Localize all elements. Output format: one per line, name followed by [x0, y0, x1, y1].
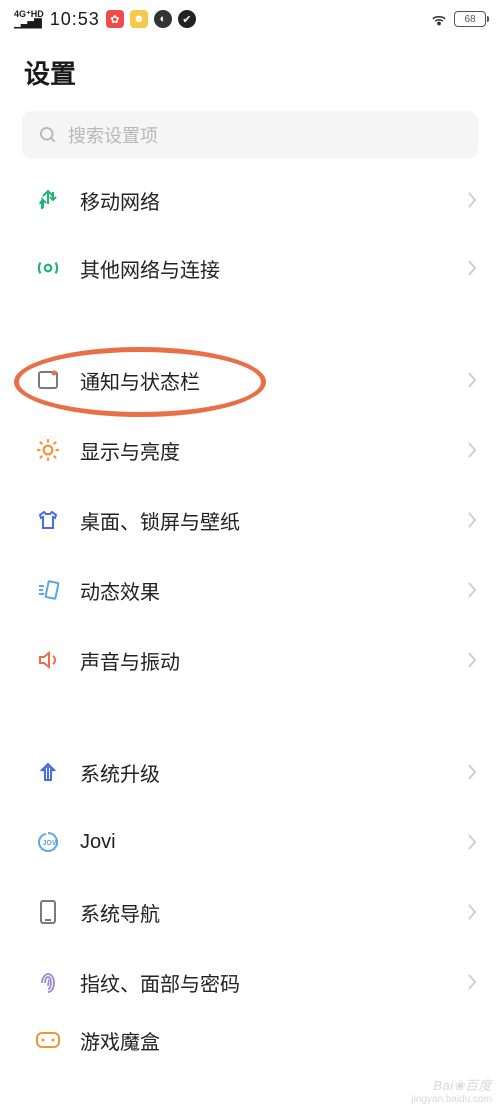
mobile-network-icon: [34, 186, 62, 214]
brightness-icon: [34, 436, 62, 464]
upgrade-icon: [34, 758, 62, 786]
jovi-icon: JOVI: [34, 828, 62, 856]
tray-icon-2: ☻: [130, 10, 148, 28]
chevron-right-icon: [466, 580, 478, 600]
row-other-connections[interactable]: 其他网络与连接: [0, 233, 500, 303]
row-label: 显示与亮度: [80, 436, 466, 465]
row-mobile-network[interactable]: 移动网络: [0, 167, 500, 233]
row-label: 系统导航: [80, 898, 466, 927]
page-title: 设置: [0, 38, 500, 111]
row-label: 动态效果: [80, 576, 466, 605]
sound-icon: [34, 646, 62, 674]
wifi-icon: [430, 10, 448, 28]
row-desktop-lock-wallpaper[interactable]: 桌面、锁屏与壁纸: [0, 485, 500, 555]
signal-icon: 4G⁺HD ▁▃▅▇: [14, 10, 44, 29]
row-label: Jovi: [80, 831, 466, 854]
row-system-upgrade[interactable]: 系统升级: [0, 737, 500, 807]
chevron-right-icon: [466, 370, 478, 390]
fingerprint-icon: [34, 968, 62, 996]
row-label: 其他网络与连接: [80, 254, 466, 283]
dynamic-icon: [34, 576, 62, 604]
search-placeholder: 搜索设置项: [68, 122, 158, 148]
row-sound-vibration[interactable]: 声音与振动: [0, 625, 500, 695]
status-left: 4G⁺HD ▁▃▅▇ 10:53 ✿ ☻ ◐ ✔: [14, 9, 196, 30]
row-notifications-status[interactable]: 通知与状态栏: [0, 345, 500, 415]
row-jovi[interactable]: JOVI Jovi: [0, 807, 500, 877]
battery-icon: 68: [454, 11, 486, 27]
row-label: 指纹、面部与密码: [80, 968, 466, 997]
row-fingerprint-face-password[interactable]: 指纹、面部与密码: [0, 947, 500, 1017]
row-label: 系统升级: [80, 758, 466, 787]
row-label: 桌面、锁屏与壁纸: [80, 506, 466, 535]
search-input[interactable]: 搜索设置项: [22, 111, 478, 159]
svg-text:JOVI: JOVI: [43, 840, 59, 847]
status-right: 68: [430, 10, 486, 28]
row-label: 声音与振动: [80, 646, 466, 675]
chevron-right-icon: [466, 510, 478, 530]
tray-icon-4: ✔: [178, 10, 196, 28]
row-label: 游戏魔盒: [80, 1026, 478, 1055]
tray-icon-3: ◐: [154, 10, 172, 28]
status-bar: 4G⁺HD ▁▃▅▇ 10:53 ✿ ☻ ◐ ✔ 68: [0, 0, 500, 38]
chevron-right-icon: [466, 258, 478, 278]
chevron-right-icon: [466, 650, 478, 670]
row-label: 通知与状态栏: [80, 366, 466, 395]
chevron-right-icon: [466, 190, 478, 210]
chevron-right-icon: [466, 762, 478, 782]
notification-bar-icon: [34, 366, 62, 394]
shirt-icon: [34, 506, 62, 534]
search-icon: [38, 125, 58, 145]
row-label: 移动网络: [80, 186, 466, 215]
row-game-box[interactable]: 游戏魔盒: [0, 1017, 500, 1063]
chevron-right-icon: [466, 440, 478, 460]
row-dynamic-effect[interactable]: 动态效果: [0, 555, 500, 625]
game-icon: [34, 1026, 62, 1054]
chevron-right-icon: [466, 832, 478, 852]
tray-icon-1: ✿: [106, 10, 124, 28]
settings-list: 移动网络 其他网络与连接 通知与状态栏: [0, 167, 500, 1063]
watermark: Bai❀百度 jingyan.baidu.com: [411, 1075, 492, 1105]
row-display-brightness[interactable]: 显示与亮度: [0, 415, 500, 485]
phone-nav-icon: [34, 898, 62, 926]
row-system-navigation[interactable]: 系统导航: [0, 877, 500, 947]
chevron-right-icon: [466, 902, 478, 922]
chevron-right-icon: [466, 972, 478, 992]
status-time: 10:53: [50, 9, 100, 30]
connections-icon: [34, 254, 62, 282]
